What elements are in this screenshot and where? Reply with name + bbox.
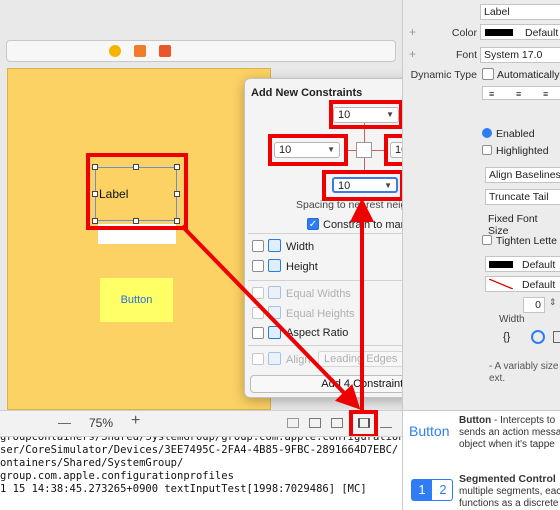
- annotation-arrow: [180, 224, 361, 410]
- annotation-arrows: [180, 198, 374, 412]
